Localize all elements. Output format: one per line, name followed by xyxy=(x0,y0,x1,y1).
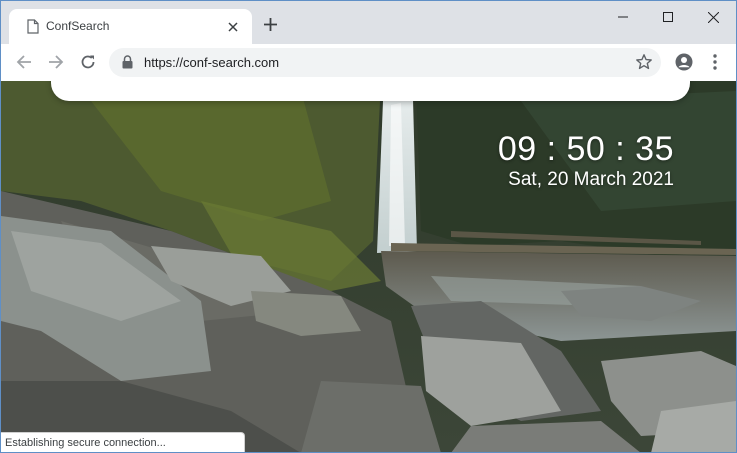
address-bar[interactable]: https://conf-search.com xyxy=(109,48,661,77)
reload-button[interactable] xyxy=(75,49,101,75)
minimize-icon xyxy=(618,16,628,18)
page-icon xyxy=(27,19,39,34)
new-tab-button[interactable] xyxy=(259,13,281,35)
tab-confsearch[interactable]: ConfSearch xyxy=(9,9,252,44)
reload-icon xyxy=(81,55,95,69)
browser-window: ConfSearch https://conf-search.com 09: … xyxy=(0,0,737,453)
page-content: 09 : 50 : 35 Sat, 20 March 2021 Establis… xyxy=(1,81,736,452)
tab-strip: ConfSearch xyxy=(1,1,736,44)
clock-widget: 09 : 50 : 35 Sat, 20 March 2021 xyxy=(498,131,674,193)
tab-close-button[interactable] xyxy=(224,18,242,36)
back-button[interactable] xyxy=(11,49,37,75)
browser-toolbar: https://conf-search.com xyxy=(1,44,736,81)
account-button[interactable] xyxy=(671,49,697,75)
forward-button[interactable] xyxy=(43,49,69,75)
minimize-button[interactable] xyxy=(600,3,646,31)
kebab-menu-icon xyxy=(713,54,717,70)
account-icon xyxy=(675,53,693,71)
maximize-icon xyxy=(663,12,673,22)
arrow-left-icon xyxy=(16,55,31,69)
status-bubble: Establishing secure connection... xyxy=(1,432,245,452)
lock-icon[interactable] xyxy=(122,55,133,69)
window-close-button[interactable] xyxy=(690,3,736,31)
plus-icon xyxy=(263,17,277,31)
tab-title: ConfSearch xyxy=(46,19,110,33)
url-text[interactable]: https://conf-search.com xyxy=(144,55,279,70)
menu-button[interactable] xyxy=(702,49,728,75)
clock-date: Sat, 20 March 2021 xyxy=(508,169,674,190)
star-icon[interactable] xyxy=(635,53,653,71)
clock-time: 09 : 50 : 35 xyxy=(497,130,674,168)
maximize-button[interactable] xyxy=(645,3,691,31)
arrow-right-icon xyxy=(49,55,64,69)
search-bar[interactable] xyxy=(51,81,690,101)
close-icon xyxy=(707,11,719,23)
close-icon xyxy=(228,22,238,32)
